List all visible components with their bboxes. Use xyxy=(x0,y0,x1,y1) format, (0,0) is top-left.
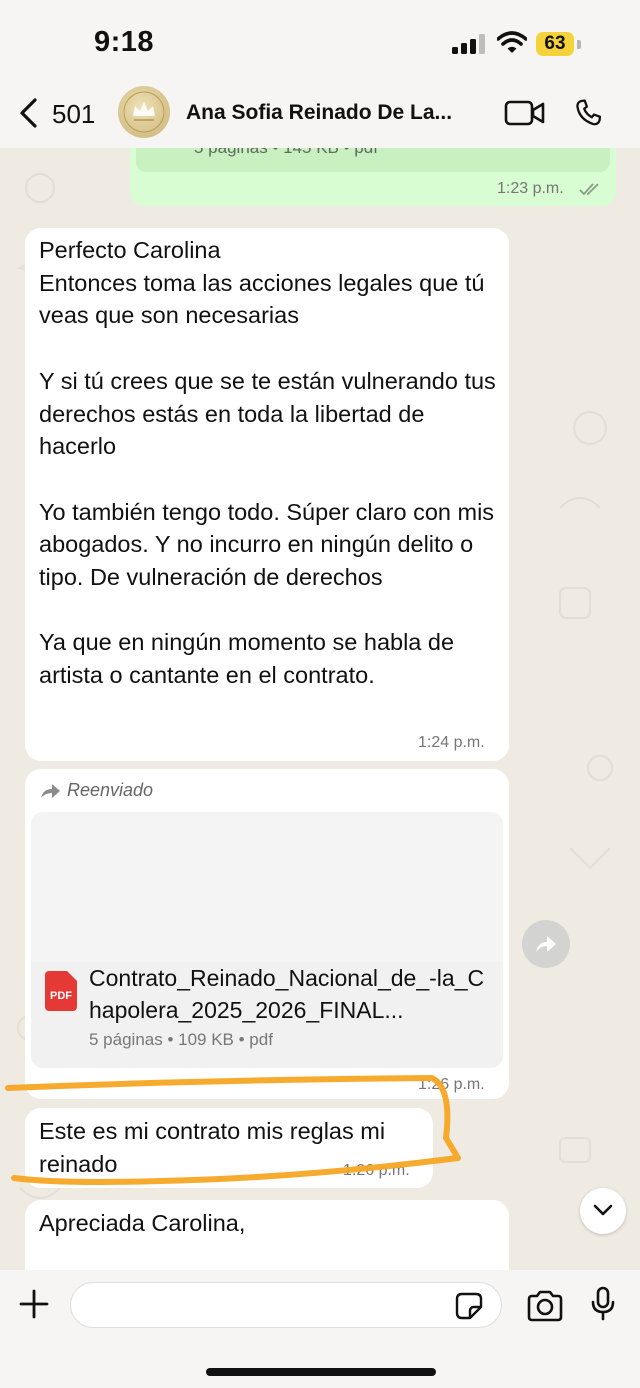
message-text-3: Apreciada Carolina, xyxy=(39,1210,246,1236)
battery-nub xyxy=(577,40,581,49)
plus-attach-icon[interactable] xyxy=(18,1288,50,1320)
camera-icon[interactable] xyxy=(526,1290,564,1322)
chat-scroll-area[interactable]: 5 páginas • 145 KB • pdf 1:23 p.m. Perfe… xyxy=(0,148,640,1270)
incoming-message-bubble-3[interactable]: Apreciada Carolina, xyxy=(25,1200,509,1270)
back-unread-count[interactable]: 501 xyxy=(52,99,95,130)
scroll-to-bottom-button[interactable] xyxy=(580,1188,626,1234)
crown-logo-icon xyxy=(123,91,165,133)
video-call-icon[interactable] xyxy=(504,99,546,127)
wifi-icon xyxy=(497,31,527,53)
microphone-icon[interactable] xyxy=(590,1286,616,1322)
orange-highlight-annotation xyxy=(5,1075,461,1185)
status-time: 9:18 xyxy=(94,26,155,58)
contact-avatar[interactable] xyxy=(118,86,170,138)
signal-icon xyxy=(452,34,485,54)
phone-call-icon[interactable] xyxy=(572,96,606,130)
chevron-down-icon xyxy=(593,1204,613,1216)
sticker-icon[interactable] xyxy=(454,1291,484,1321)
contact-name[interactable]: Ana Sofia Reinado De La... xyxy=(186,101,452,125)
back-chevron-icon[interactable] xyxy=(18,97,40,129)
battery-indicator: 63 xyxy=(536,32,574,56)
home-indicator xyxy=(206,1368,436,1376)
message-input[interactable] xyxy=(70,1282,502,1328)
